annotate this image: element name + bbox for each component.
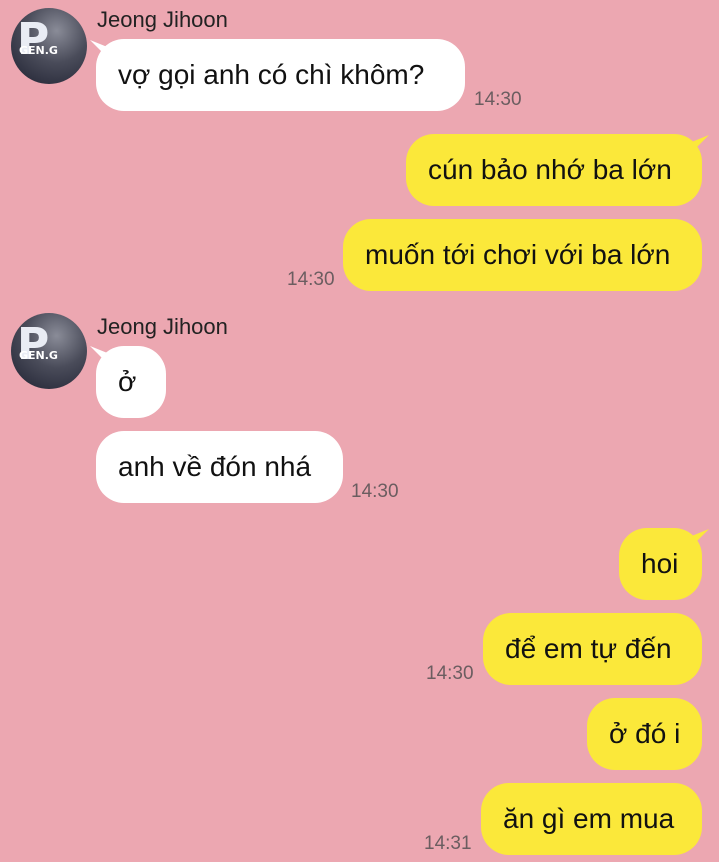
contact-avatar[interactable]: P GEN.G (11, 313, 87, 389)
message-timestamp: 14:30 (474, 89, 522, 110)
contact-avatar[interactable]: P GEN.G (11, 8, 87, 84)
message-timestamp: 14:30 (426, 663, 474, 684)
message-bubble-outgoing[interactable]: ở đó i (587, 698, 702, 770)
avatar-logo-text: GEN.G (19, 44, 58, 57)
avatar-logo-letter: P (17, 319, 49, 370)
message-bubble-incoming[interactable]: vợ gọi anh có chì khôm? (96, 39, 465, 111)
avatar-logo-letter: P (17, 14, 49, 65)
message-bubble-incoming[interactable]: anh về đón nhá (96, 431, 343, 503)
message-timestamp: 14:31 (424, 833, 472, 854)
message-bubble-outgoing[interactable]: ăn gì em mua (481, 783, 702, 855)
message-timestamp: 14:30 (351, 481, 399, 502)
message-bubble-outgoing[interactable]: muốn tới chơi với ba lớn (343, 219, 702, 291)
message-timestamp: 14:30 (287, 269, 335, 290)
message-bubble-outgoing[interactable]: cún bảo nhớ ba lớn (406, 134, 702, 206)
avatar-logo-text: GEN.G (19, 349, 58, 362)
sender-name: Jeong Jihoon (97, 314, 228, 339)
sender-name: Jeong Jihoon (97, 7, 228, 32)
message-bubble-outgoing[interactable]: hoi (619, 528, 702, 600)
message-bubble-incoming[interactable]: ở (96, 346, 166, 418)
message-bubble-outgoing[interactable]: để em tự đến (483, 613, 702, 685)
